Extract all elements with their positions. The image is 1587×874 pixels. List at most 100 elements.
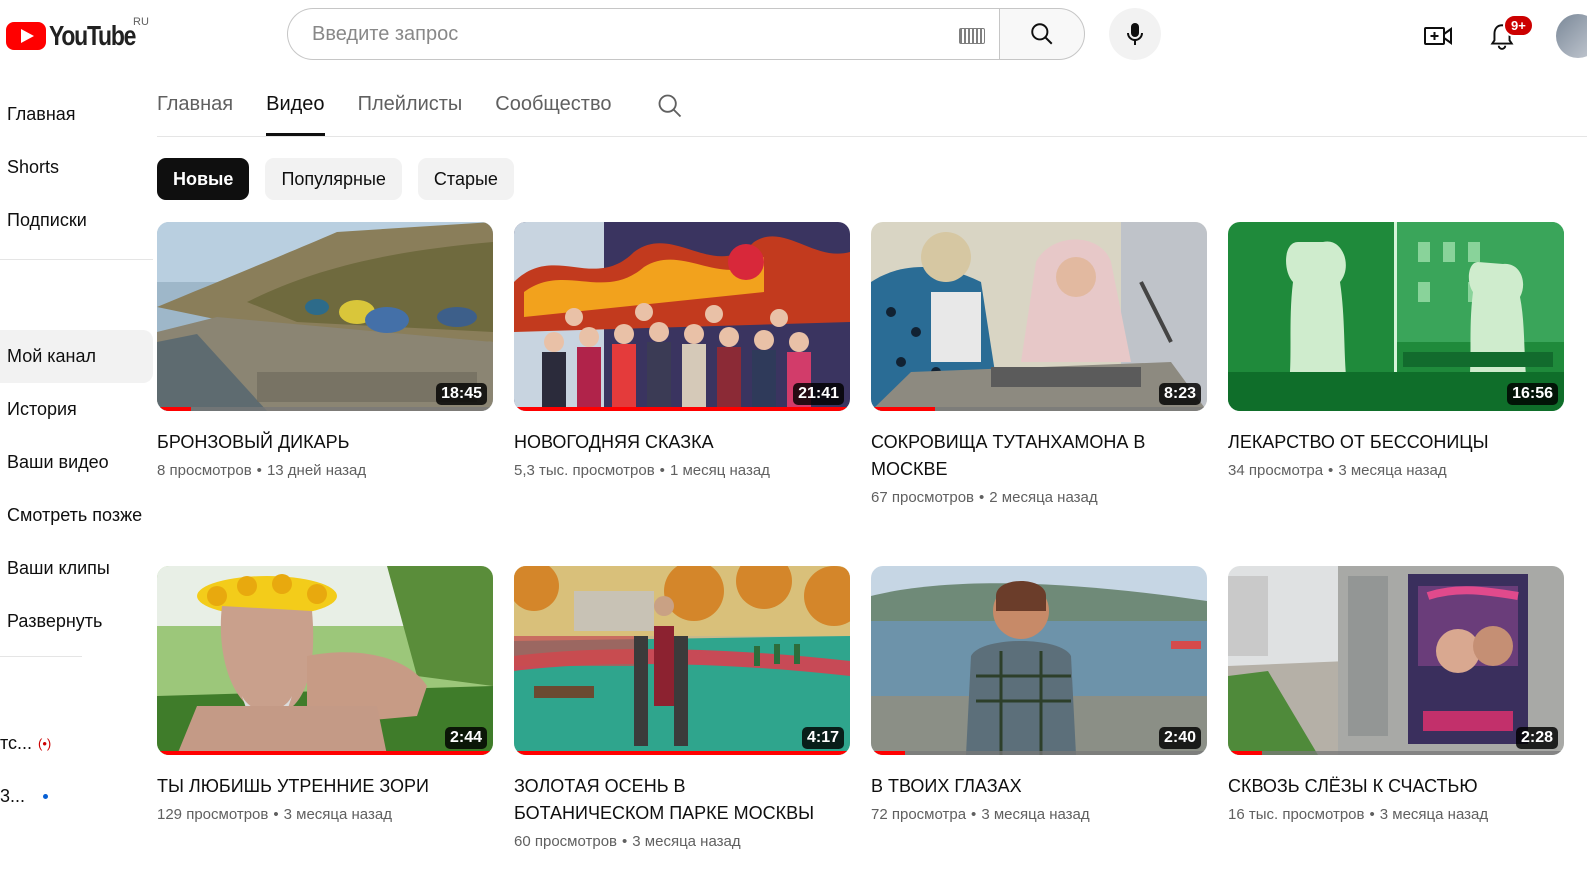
separator-dot: • bbox=[971, 806, 977, 823]
video-title[interactable]: СКВОЗЬ СЛЁЗЫ К СЧАСТЬЮ bbox=[1228, 773, 1548, 800]
subscription-channel-name: 3... bbox=[0, 786, 26, 806]
video-metadata: 67 просмотров • 2 месяца назад bbox=[871, 489, 1207, 506]
video-thumbnail[interactable]: 2:40 bbox=[871, 566, 1207, 755]
microphone-icon bbox=[1127, 23, 1143, 45]
watch-progress-bar bbox=[157, 751, 493, 755]
video-metadata: 72 просмотра • 3 месяца назад bbox=[871, 806, 1207, 823]
sidebar-item-your-videos[interactable]: Ваши видео bbox=[0, 436, 153, 489]
video-duration-badge: 8:23 bbox=[1158, 383, 1201, 405]
logo-region-code: RU bbox=[133, 16, 149, 28]
watch-progress-fill bbox=[157, 407, 191, 411]
tab-community[interactable]: Сообщество bbox=[495, 76, 611, 133]
notification-count-badge: 9+ bbox=[1503, 14, 1534, 37]
sidebar-item-history[interactable]: История bbox=[0, 383, 153, 436]
sidebar-item-label: Shorts bbox=[7, 157, 60, 177]
video-card[interactable]: 18:45 БРОНЗОВЫЙ ДИКАРЬ 8 просмотров • 13 д… bbox=[157, 222, 493, 479]
video-thumbnail[interactable]: 16:56 bbox=[1228, 222, 1564, 411]
sidebar-item-label: Подписки bbox=[7, 210, 87, 230]
video-card[interactable]: 2:44 ТЫ ЛЮБИШЬ УТРЕННИЕ ЗОРИ 129 просмот… bbox=[157, 566, 493, 823]
watch-progress-bar bbox=[1228, 751, 1564, 755]
watch-progress-bar bbox=[871, 751, 1207, 755]
video-age: 3 месяца назад bbox=[981, 806, 1090, 823]
video-views: 60 просмотров bbox=[514, 833, 618, 850]
watch-progress-fill bbox=[157, 751, 493, 755]
search-box bbox=[287, 8, 999, 60]
sidebar-subscription-item[interactable]: 3... bbox=[0, 770, 153, 823]
sidebar-item-your-clips[interactable]: Ваши клипы bbox=[0, 542, 153, 595]
account-avatar[interactable] bbox=[1556, 14, 1587, 58]
video-title[interactable]: НОВОГОДНЯЯ СКАЗКА bbox=[514, 429, 834, 456]
sidebar-subscription-item[interactable]: тс... (•) bbox=[0, 717, 153, 770]
create-video-button[interactable] bbox=[1420, 18, 1456, 54]
video-duration-badge: 16:56 bbox=[1507, 383, 1558, 405]
search-input[interactable] bbox=[310, 21, 934, 47]
video-duration-badge: 4:17 bbox=[801, 727, 844, 749]
separator-dot: • bbox=[1328, 462, 1334, 479]
video-card[interactable]: 8:23 СОКРОВИЩА ТУТАНХАМОНА В МОСКВЕ 67 п… bbox=[871, 222, 1207, 506]
sidebar-item-subscriptions[interactable]: Подписки bbox=[0, 194, 153, 247]
video-card[interactable]: 2:40 В ТВОИХ ГЛАЗАХ 72 просмотра • 3 месяц… bbox=[871, 566, 1207, 823]
sidebar-item-show-more[interactable]: Развернуть bbox=[0, 595, 153, 648]
keyboard-icon[interactable] bbox=[959, 28, 985, 44]
video-card[interactable]: 16:56 ЛЕКАРСТВО ОТ БЕССОНИЦЫ 34 просмотр… bbox=[1228, 222, 1564, 479]
masthead: YouTube RU 9+ bbox=[0, 0, 1587, 72]
video-title[interactable]: БРОНЗОВЫЙ ДИКАРЬ bbox=[157, 429, 477, 456]
search-bar bbox=[287, 8, 1085, 60]
video-thumbnail[interactable]: 2:44 bbox=[157, 566, 493, 755]
sidebar-item-shorts[interactable]: Shorts bbox=[0, 141, 153, 194]
video-thumbnail[interactable]: 8:23 bbox=[871, 222, 1207, 411]
search-icon bbox=[1031, 23, 1053, 45]
channel-search-button[interactable] bbox=[656, 76, 684, 125]
video-thumbnail[interactable]: 4:17 bbox=[514, 566, 850, 755]
sidebar-item-home[interactable]: Главная bbox=[0, 88, 153, 141]
video-title[interactable]: В ТВОИХ ГЛАЗАХ bbox=[871, 773, 1191, 800]
chip-oldest[interactable]: Старые bbox=[417, 158, 514, 200]
watch-progress-bar bbox=[871, 407, 1207, 411]
video-title[interactable]: ЛЕКАРСТВО ОТ БЕССОНИЦЫ bbox=[1228, 429, 1548, 456]
sidebar-item-watch-later[interactable]: Смотреть позже bbox=[0, 489, 153, 542]
watch-progress-bar bbox=[514, 751, 850, 755]
video-metadata: 129 просмотров • 3 месяца назад bbox=[157, 806, 493, 823]
separator-dot: • bbox=[979, 489, 985, 506]
chip-newest[interactable]: Новые bbox=[157, 158, 250, 200]
new-content-dot-icon bbox=[43, 794, 49, 799]
search-icon bbox=[659, 94, 682, 118]
chip-popular[interactable]: Популярные bbox=[265, 158, 402, 200]
separator-dot: • bbox=[256, 462, 262, 479]
sidebar-divider bbox=[0, 656, 82, 657]
watch-progress-fill bbox=[514, 407, 850, 411]
sidebar-divider bbox=[0, 259, 153, 260]
video-duration-badge: 2:40 bbox=[1158, 727, 1201, 749]
youtube-logo[interactable]: YouTube bbox=[6, 20, 154, 52]
video-views: 16 тыс. просмотров bbox=[1228, 806, 1365, 823]
video-thumbnail[interactable]: 18:45 bbox=[157, 222, 493, 411]
video-card[interactable]: 2:28 СКВОЗЬ СЛЁЗЫ К СЧАСТЬЮ 16 тыс. прос… bbox=[1228, 566, 1564, 823]
video-age: 3 месяца назад bbox=[632, 833, 741, 850]
video-metadata: 16 тыс. просмотров • 3 месяца назад bbox=[1228, 806, 1564, 823]
tab-home[interactable]: Главная bbox=[157, 76, 233, 133]
search-button[interactable] bbox=[999, 8, 1085, 60]
video-title[interactable]: ЗОЛОТАЯ ОСЕНЬ В БОТАНИЧЕСКОМ ПАРКЕ МОСКВ… bbox=[514, 773, 834, 827]
tab-videos[interactable]: Видео bbox=[266, 76, 325, 136]
sidebar-item-label: Ваши клипы bbox=[7, 558, 110, 578]
sidebar-item-label: Мой канал bbox=[7, 346, 96, 366]
video-title[interactable]: ТЫ ЛЮБИШЬ УТРЕННИЕ ЗОРИ bbox=[157, 773, 477, 800]
video-card[interactable]: 21:41 НОВОГОДНЯЯ СКАЗКА 5,3 тыс. просмот… bbox=[514, 222, 850, 479]
video-thumbnail[interactable]: 21:41 bbox=[514, 222, 850, 411]
video-duration-badge: 21:41 bbox=[793, 383, 844, 405]
sidebar-item-my-channel[interactable]: Мой канал bbox=[0, 330, 153, 383]
video-age: 3 месяца назад bbox=[1379, 806, 1489, 823]
separator-dot: • bbox=[659, 462, 665, 479]
youtube-play-icon bbox=[6, 22, 46, 50]
video-views: 34 просмотра bbox=[1228, 462, 1324, 479]
video-age: 3 месяца назад bbox=[1338, 462, 1447, 479]
voice-search-button[interactable] bbox=[1109, 8, 1161, 60]
video-thumbnail[interactable]: 2:28 bbox=[1228, 566, 1564, 755]
video-metadata: 8 просмотров • 13 дней назад bbox=[157, 462, 493, 479]
tab-playlists[interactable]: Плейлисты bbox=[358, 76, 463, 133]
sidebar-item-label: Развернуть bbox=[7, 611, 103, 631]
video-title[interactable]: СОКРОВИЩА ТУТАНХАМОНА В МОСКВЕ bbox=[871, 429, 1191, 483]
video-metadata: 34 просмотра • 3 месяца назад bbox=[1228, 462, 1564, 479]
video-card[interactable]: 4:17 ЗОЛОТАЯ ОСЕНЬ В БОТАНИЧЕСКОМ ПАРКЕ … bbox=[514, 566, 850, 850]
sidebar-item-label: Ваши видео bbox=[7, 452, 109, 472]
